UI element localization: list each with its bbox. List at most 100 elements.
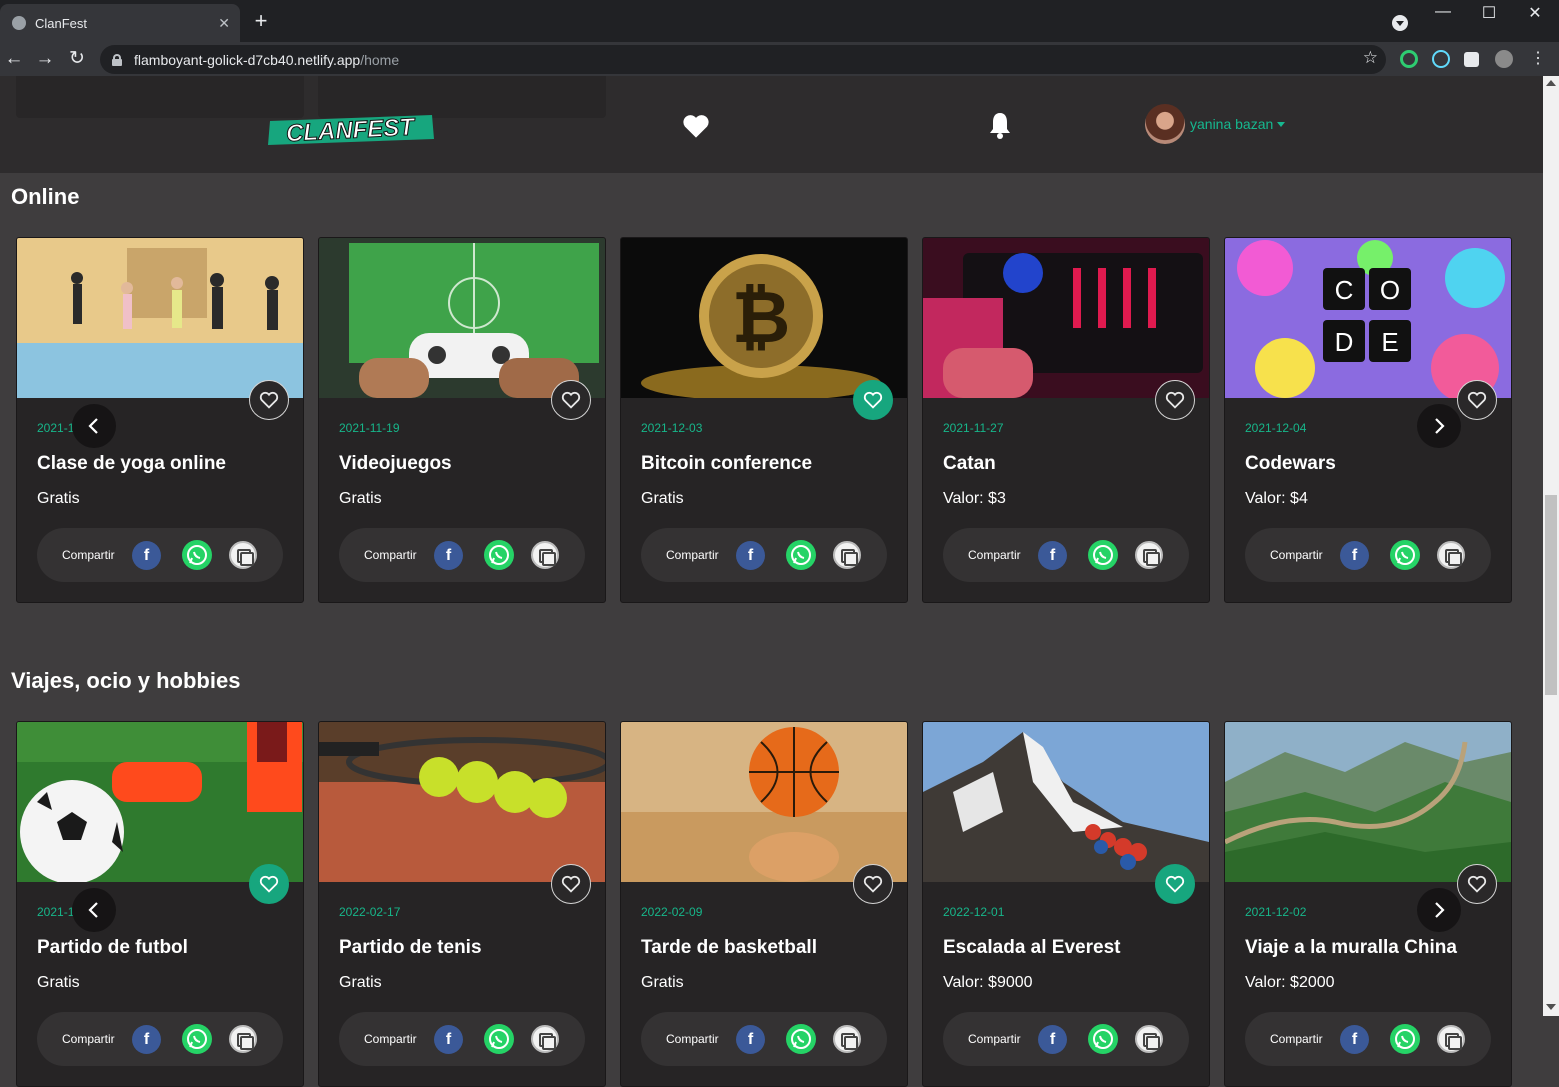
extension-green-icon[interactable]	[1400, 50, 1418, 68]
facebook-share-icon[interactable]: f	[1038, 1025, 1067, 1054]
favorite-heart-icon[interactable]	[551, 380, 591, 420]
event-title[interactable]: Catan	[943, 453, 996, 475]
copy-link-icon[interactable]	[1135, 541, 1163, 569]
tab-close-icon[interactable]: ✕	[218, 15, 230, 32]
favorite-heart-icon[interactable]	[1155, 864, 1195, 904]
favorite-heart-icon[interactable]	[1457, 864, 1497, 904]
event-image[interactable]	[1225, 722, 1511, 882]
scroll-down-arrow-icon[interactable]	[1546, 1004, 1556, 1010]
facebook-share-icon[interactable]: f	[434, 1025, 463, 1054]
event-image[interactable]	[17, 722, 303, 882]
event-card[interactable]: ₿ 2021-12-03 Bitcoin conference Gratis Compa…	[620, 237, 908, 603]
event-title[interactable]: Bitcoin conference	[641, 453, 812, 475]
event-title[interactable]: Tarde de basketball	[641, 937, 817, 959]
facebook-share-icon[interactable]: f	[434, 541, 463, 570]
maximize-button[interactable]: ☐	[1466, 3, 1512, 23]
event-card[interactable]: 2021-11-27 Catan Valor: $3 Compartir f	[922, 237, 1210, 603]
event-card[interactable]: 2022-02-17 Partido de tenis Gratis Comparti…	[318, 721, 606, 1087]
event-title[interactable]: Viaje a la muralla China	[1245, 937, 1457, 959]
event-image[interactable]: ₿	[621, 238, 907, 398]
user-name[interactable]: yanina bazan	[1190, 116, 1273, 132]
copy-link-icon[interactable]	[229, 541, 257, 569]
event-card[interactable]: 2021-11-26 Clase de yoga online Gratis Comp…	[16, 237, 304, 603]
event-title[interactable]: Escalada al Everest	[943, 937, 1120, 959]
event-image[interactable]	[923, 238, 1209, 398]
facebook-share-icon[interactable]: f	[736, 541, 765, 570]
facebook-share-icon[interactable]: f	[132, 541, 161, 570]
notifications-bell-icon[interactable]	[988, 111, 1012, 139]
carousel-prev-arrow-icon[interactable]	[72, 888, 116, 932]
favorite-heart-icon[interactable]	[853, 380, 893, 420]
whatsapp-share-icon[interactable]	[786, 1024, 816, 1054]
event-image[interactable]	[923, 722, 1209, 882]
event-image[interactable]: C OD E	[1225, 238, 1511, 398]
whatsapp-share-icon[interactable]	[484, 540, 514, 570]
react-devtools-icon[interactable]	[1432, 50, 1450, 68]
whatsapp-share-icon[interactable]	[1390, 1024, 1420, 1054]
carousel-next-arrow-icon[interactable]	[1417, 404, 1461, 448]
event-title[interactable]: Codewars	[1245, 453, 1336, 475]
whatsapp-share-icon[interactable]	[182, 1024, 212, 1054]
whatsapp-share-icon[interactable]	[1088, 1024, 1118, 1054]
event-title[interactable]: Videojuegos	[339, 453, 452, 475]
event-card[interactable]: 2021-11-20 Partido de futbol Gratis Compart…	[16, 721, 304, 1087]
scrollbar-thumb[interactable]	[1545, 495, 1557, 695]
event-card[interactable]: C O D E 2021-12-04 Codewars Valor: $4 Compartir…	[1224, 237, 1512, 603]
facebook-share-icon[interactable]: f	[1340, 1025, 1369, 1054]
copy-link-icon[interactable]	[229, 1025, 257, 1053]
minimize-button[interactable]: —	[1420, 3, 1466, 21]
favorite-heart-icon[interactable]	[551, 864, 591, 904]
event-card[interactable]: 2022-12-01 Escalada al Everest Valor: $900…	[922, 721, 1210, 1087]
clanfest-logo[interactable]: CLANFEST	[266, 111, 436, 147]
event-card[interactable]: 2021-12-02 Viaje a la muralla China Valor:…	[1224, 721, 1512, 1087]
bookmark-star-icon[interactable]: ☆	[1363, 48, 1378, 68]
event-title[interactable]: Partido de tenis	[339, 937, 482, 959]
copy-link-icon[interactable]	[1437, 541, 1465, 569]
profile-avatar-icon[interactable]	[1495, 50, 1513, 68]
caret-down-icon[interactable]	[1277, 121, 1286, 127]
lock-icon[interactable]	[112, 53, 122, 66]
browser-tab[interactable]: ClanFest ✕	[0, 4, 240, 42]
facebook-share-icon[interactable]: f	[1340, 541, 1369, 570]
favorite-heart-icon[interactable]	[853, 864, 893, 904]
event-image[interactable]	[17, 238, 303, 398]
facebook-share-icon[interactable]: f	[736, 1025, 765, 1054]
carousel-next-arrow-icon[interactable]	[1417, 888, 1461, 932]
whatsapp-share-icon[interactable]	[182, 540, 212, 570]
copy-link-icon[interactable]	[1437, 1025, 1465, 1053]
carousel-prev-arrow-icon[interactable]	[72, 404, 116, 448]
copy-link-icon[interactable]	[531, 1025, 559, 1053]
event-card[interactable]: 2021-11-19 Videojuegos Gratis Compartir f	[318, 237, 606, 603]
chrome-menu-icon[interactable]: ⋮	[1526, 47, 1550, 71]
forward-button[interactable]: →	[33, 47, 57, 71]
whatsapp-share-icon[interactable]	[1088, 540, 1118, 570]
event-title[interactable]: Partido de futbol	[37, 937, 188, 959]
whatsapp-share-icon[interactable]	[1390, 540, 1420, 570]
event-image[interactable]	[621, 722, 907, 882]
tab-search-icon[interactable]	[1392, 15, 1408, 31]
address-bar[interactable]: flamboyant-golick-d7cb40.netlify.app /ho…	[100, 45, 1386, 74]
new-tab-button[interactable]: +	[250, 10, 272, 32]
event-image[interactable]	[319, 722, 605, 882]
event-title[interactable]: Clase de yoga online	[37, 453, 226, 475]
whatsapp-share-icon[interactable]	[786, 540, 816, 570]
copy-link-icon[interactable]	[1135, 1025, 1163, 1053]
event-image[interactable]	[319, 238, 605, 398]
back-button[interactable]: ←	[2, 47, 26, 71]
reload-button[interactable]: ↻	[65, 47, 89, 71]
favorite-heart-icon[interactable]	[1457, 380, 1497, 420]
avatar[interactable]	[1145, 104, 1185, 144]
close-window-button[interactable]: ✕	[1512, 3, 1558, 23]
facebook-share-icon[interactable]: f	[132, 1025, 161, 1054]
whatsapp-share-icon[interactable]	[484, 1024, 514, 1054]
favorite-heart-icon[interactable]	[249, 380, 289, 420]
copy-link-icon[interactable]	[531, 541, 559, 569]
user-menu[interactable]: yanina bazan	[1145, 104, 1286, 144]
favorite-heart-icon[interactable]	[249, 864, 289, 904]
facebook-share-icon[interactable]: f	[1038, 541, 1067, 570]
scroll-up-arrow-icon[interactable]	[1546, 80, 1556, 86]
favorites-heart-icon[interactable]	[682, 113, 710, 139]
copy-link-icon[interactable]	[833, 1025, 861, 1053]
puzzle-extensions-icon[interactable]	[1464, 52, 1479, 67]
event-card[interactable]: 2022-02-09 Tarde de basketball Gratis Compa…	[620, 721, 908, 1087]
